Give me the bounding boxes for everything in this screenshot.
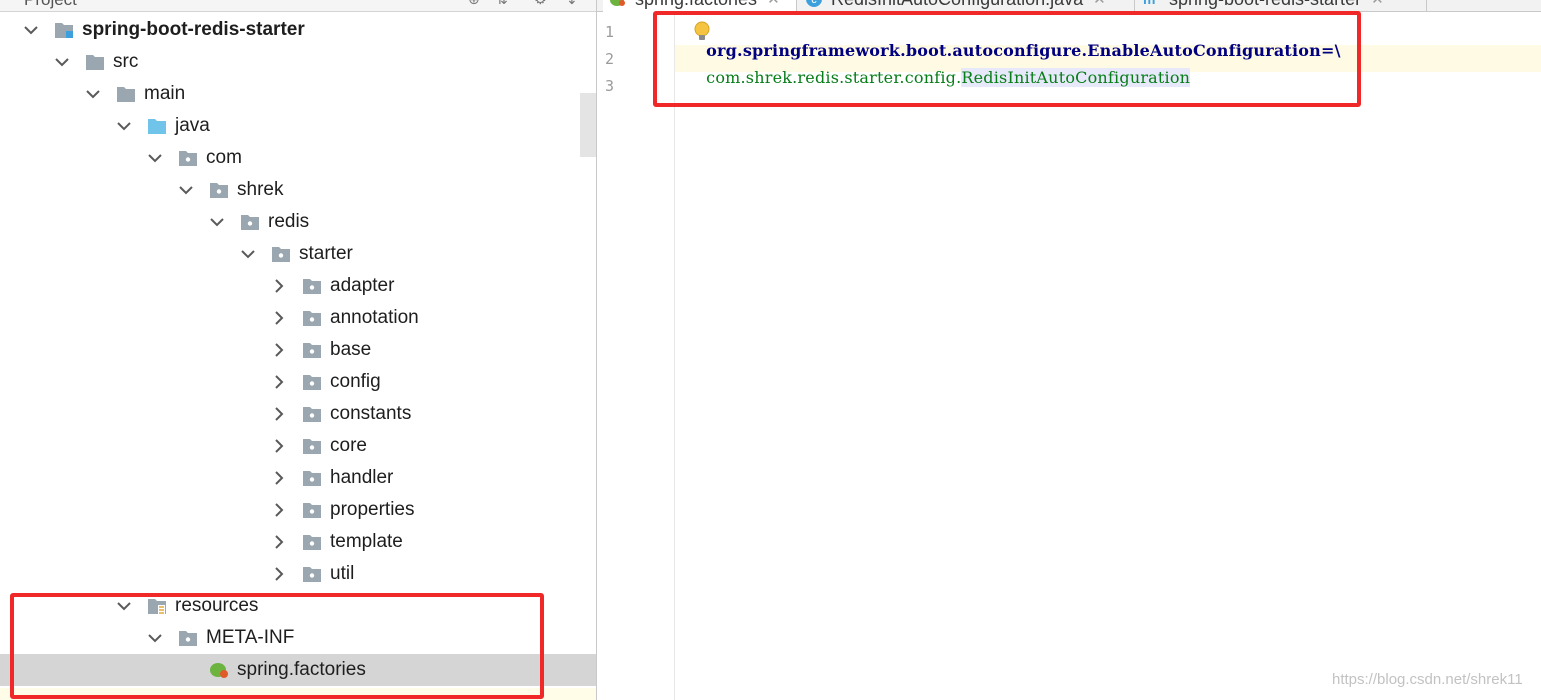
svg-text:m: m [1143,0,1155,7]
tree-node[interactable]: template [0,526,597,558]
tree-node-label: config [330,371,381,392]
project-panel-header: Project ⊕ ⇅ ⚙ ↧ [0,0,597,12]
tree-scrollbar[interactable] [580,93,596,157]
tree-node-label: base [330,339,372,360]
annotation-box-code [653,11,1361,107]
project-panel: Project ⊕ ⇅ ⚙ ↧ spring-boot-redis-starte… [0,0,597,700]
chevron-right-icon[interactable] [270,405,288,423]
java-class-icon: c [805,0,823,8]
annotation-box-resources [10,593,544,699]
package-icon [302,277,322,295]
editor-area: spring.factories ✕ c RedisInitAutoConfig… [597,0,1541,700]
tree-node[interactable]: properties [0,494,597,526]
tree-node[interactable]: starter [0,238,597,270]
module-folder-icon [54,21,74,39]
tree-node[interactable]: util [0,558,597,590]
package-icon [302,501,322,519]
chevron-right-icon[interactable] [270,437,288,455]
chevron-right-icon[interactable] [270,309,288,327]
tree-node-label: adapter [330,275,395,296]
tree-node[interactable]: com [0,142,597,174]
tree-node[interactable]: spring-boot-redis-starter [0,14,597,46]
tree-node[interactable]: shrek [0,174,597,206]
tree-node-label: util [330,563,355,584]
tree-node-label: redis [268,211,310,232]
tree-node-label: template [330,531,403,552]
chevron-right-icon[interactable] [270,533,288,551]
tree-node[interactable]: java [0,110,597,142]
line-number: 3 [605,77,615,95]
svg-text:c: c [811,0,817,6]
maven-icon: m [1143,0,1161,8]
package-icon [302,437,322,455]
locate-file-icon[interactable]: ⊕ [468,0,482,6]
tree-node-label: main [144,83,186,104]
package-icon [271,245,291,263]
chevron-right-icon[interactable] [270,341,288,359]
tree-node-label: spring-boot-redis-starter [82,19,305,40]
folder-icon [116,85,136,103]
tree-node-label: properties [330,499,415,520]
chevron-right-icon[interactable] [270,277,288,295]
tree-node[interactable]: core [0,430,597,462]
hide-panel-icon[interactable]: ↧ [566,0,580,6]
tree-node-label: handler [330,467,394,488]
package-icon [302,373,322,391]
line-number-gutter[interactable]: 1 2 3 [597,12,675,700]
chevron-down-icon[interactable] [146,149,164,167]
tree-node-label: annotation [330,307,419,328]
source-root-folder-icon [147,117,167,135]
tree-node[interactable]: base [0,334,597,366]
tree-node-label: com [206,147,242,168]
tree-node-label: java [175,115,210,136]
tree-node[interactable]: redis [0,206,597,238]
tab-label: RedisInitAutoConfiguration.java [831,0,1083,10]
close-tab-icon[interactable]: ✕ [1371,0,1384,8]
folder-icon [85,53,105,71]
chevron-right-icon[interactable] [270,469,288,487]
chevron-down-icon[interactable] [115,117,133,135]
line-number: 1 [605,23,615,41]
chevron-down-icon[interactable] [22,21,40,39]
chevron-down-icon[interactable] [84,85,102,103]
package-icon [302,309,322,327]
package-icon [302,341,322,359]
chevron-down-icon[interactable] [208,213,226,231]
chevron-down-icon[interactable] [53,53,71,71]
spring-file-icon [609,0,627,8]
chevron-down-icon[interactable] [239,245,257,263]
package-icon [240,213,260,231]
settings-gear-icon[interactable]: ⚙ [534,0,548,6]
watermark: https://blog.csdn.net/shrek11 [1332,671,1523,688]
tree-node[interactable]: annotation [0,302,597,334]
tree-node-label: core [330,435,367,456]
tree-node-label: starter [299,243,353,264]
tree-node[interactable]: constants [0,398,597,430]
tab-label: spring-boot-redis-starter [1169,0,1361,10]
package-icon [302,565,322,583]
tree-node[interactable]: config [0,366,597,398]
project-panel-title: Project [24,0,77,10]
tree-node[interactable]: handler [0,462,597,494]
package-icon [178,149,198,167]
chevron-right-icon[interactable] [270,565,288,583]
chevron-down-icon[interactable] [177,181,195,199]
tree-node-label: shrek [237,179,284,200]
chevron-right-icon[interactable] [270,373,288,391]
tree-node[interactable]: adapter [0,270,597,302]
package-icon [302,469,322,487]
close-tab-icon[interactable]: ✕ [767,0,780,8]
package-icon [302,405,322,423]
line-number: 2 [605,50,615,68]
tree-node-label: constants [330,403,412,424]
tree-node[interactable]: main [0,78,597,110]
collapse-all-icon[interactable]: ⇅ [496,0,510,6]
package-icon [302,533,322,551]
chevron-right-icon[interactable] [270,501,288,519]
tree-node-label: src [113,51,139,72]
tree-node[interactable]: src [0,46,597,78]
close-tab-icon[interactable]: ✕ [1093,0,1106,8]
tab-label: spring.factories [635,0,757,10]
package-icon [209,181,229,199]
